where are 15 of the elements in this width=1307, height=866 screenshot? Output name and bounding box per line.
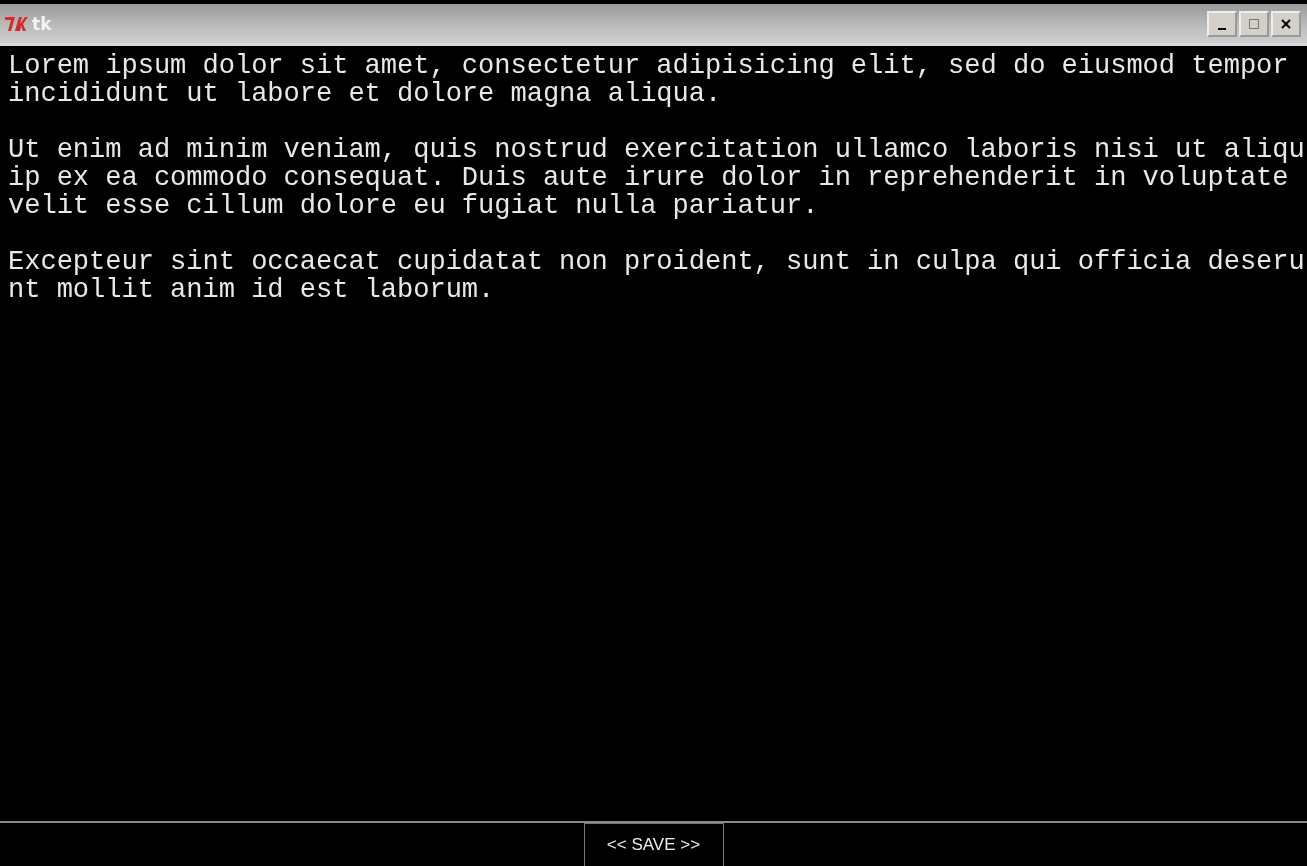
tk-logo-icon: [4, 14, 28, 33]
text-line: nt mollit anim id est laborum.: [8, 276, 495, 304]
text-line: incididunt ut labore et dolore magna aliqua.: [8, 80, 722, 108]
maximize-button[interactable]: [1239, 10, 1269, 37]
save-button[interactable]: << SAVE >>: [583, 823, 724, 866]
text-line: velit esse cillum dolore eu fugiat nulla pariatur.: [8, 192, 819, 220]
close-button[interactable]: [1271, 10, 1301, 37]
maximize-icon: [1248, 17, 1260, 30]
text-line: Ut enim ad minim veniam, quis nostrud exercitation ullamco laboris nisi ut aliqu: [8, 136, 1305, 164]
window-title: tk: [32, 13, 52, 34]
text-line: Excepteur sint occaecat cupidatat non proident, sunt in culpa qui officia deseru: [8, 248, 1305, 276]
text-line: Lorem ipsum dolor sit amet, consectetur adipisicing elit, sed do eiusmod tempor: [8, 52, 1289, 80]
text-line: ip ex ea commodo consequat. Duis aute irure dolor in reprehenderit in voluptate: [8, 164, 1289, 192]
close-icon: [1280, 17, 1292, 30]
minimize-icon: [1218, 27, 1226, 30]
